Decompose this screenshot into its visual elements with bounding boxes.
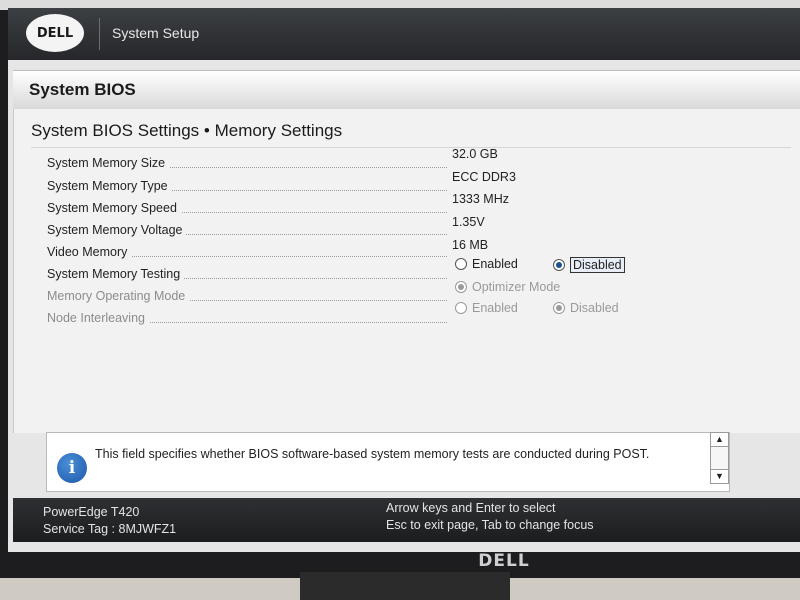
help-panel: i This field specifies whether BIOS soft… bbox=[46, 432, 730, 492]
field-label: System Memory Size bbox=[47, 156, 170, 170]
field-row-node-interleaving: Node Interleaving bbox=[47, 311, 447, 331]
title-divider bbox=[31, 147, 791, 148]
scroll-up-arrow-icon[interactable]: ▲ bbox=[711, 433, 728, 447]
help-text: This field specifies whether BIOS softwa… bbox=[95, 447, 650, 461]
option-label: Disabled bbox=[570, 301, 619, 315]
field-row-video-memory: Video Memory bbox=[47, 245, 447, 265]
bios-screen: DELL System Setup System BIOS System BIO… bbox=[8, 8, 800, 552]
monitor-stand bbox=[300, 572, 510, 600]
node-interleaving-disabled-option: Disabled bbox=[553, 301, 619, 315]
radio-button-selected bbox=[553, 302, 565, 314]
field-label: Memory Operating Mode bbox=[47, 289, 190, 303]
footer-bar: PowerEdge T420 Service Tag : 8MJWFZ1 Arr… bbox=[13, 498, 800, 542]
dell-logo-text: DELL bbox=[36, 25, 74, 41]
field-row-memory-type: System Memory Type bbox=[47, 179, 447, 199]
field-label: System Memory Speed bbox=[47, 201, 181, 215]
model-name: PowerEdge T420 bbox=[43, 505, 140, 519]
dell-logo: DELL bbox=[26, 14, 84, 52]
radio-button-selected[interactable] bbox=[553, 259, 565, 271]
radio-button-selected bbox=[455, 281, 467, 293]
field-row-memory-testing: System Memory Testing bbox=[47, 267, 447, 287]
radio-button bbox=[455, 302, 467, 314]
keyboard-hints: Arrow keys and Enter to select Esc to ex… bbox=[386, 500, 594, 534]
service-tag: Service Tag : 8MJWFZ1 bbox=[43, 522, 177, 536]
section-title: System BIOS bbox=[29, 80, 136, 99]
field-value-video-memory: 16 MB bbox=[452, 238, 489, 252]
field-label: System Memory Voltage bbox=[47, 223, 187, 237]
monitor-brand-logo: DELL bbox=[478, 551, 530, 571]
field-row-memory-operating-mode: Memory Operating Mode bbox=[47, 289, 447, 309]
section-header: System BIOS bbox=[13, 70, 800, 110]
field-value-memory-speed: 1333 MHz bbox=[452, 192, 509, 206]
field-value-memory-voltage: 1.35V bbox=[452, 215, 485, 229]
memory-testing-disabled-option[interactable]: Disabled bbox=[553, 257, 625, 273]
field-label: System Memory Testing bbox=[47, 267, 185, 281]
field-label: System Memory Type bbox=[47, 179, 172, 193]
field-label: Node Interleaving bbox=[47, 311, 149, 325]
radio-button[interactable] bbox=[455, 258, 467, 270]
field-row-memory-speed: System Memory Speed bbox=[47, 201, 447, 221]
field-value-memory-size: 32.0 GB bbox=[452, 147, 498, 161]
node-interleaving-enabled-option: Enabled bbox=[455, 301, 518, 315]
header-divider bbox=[99, 18, 100, 50]
field-row-memory-voltage: System Memory Voltage bbox=[47, 223, 447, 243]
option-label: Optimizer Mode bbox=[472, 280, 561, 294]
page-title: System BIOS Settings • Memory Settings bbox=[31, 121, 343, 140]
optimizer-mode-option: Optimizer Mode bbox=[455, 280, 560, 294]
field-row-memory-size: System Memory Size bbox=[47, 156, 447, 176]
info-icon: i bbox=[57, 453, 87, 483]
hint-line-1: Arrow keys and Enter to select bbox=[386, 501, 556, 515]
app-title: System Setup bbox=[112, 25, 200, 41]
hint-line-2: Esc to exit page, Tab to change focus bbox=[386, 518, 594, 532]
field-label: Video Memory bbox=[47, 245, 132, 259]
field-value-memory-type: ECC DDR3 bbox=[452, 170, 516, 184]
option-label: Enabled bbox=[472, 301, 518, 315]
top-bar: DELL System Setup bbox=[8, 8, 800, 60]
settings-panel: System BIOS Settings • Memory Settings S… bbox=[13, 109, 800, 433]
help-scrollbar[interactable]: ▲ ▼ bbox=[710, 432, 729, 484]
memory-testing-enabled-option[interactable]: Enabled bbox=[455, 257, 518, 271]
system-info: PowerEdge T420 Service Tag : 8MJWFZ1 bbox=[43, 504, 176, 538]
scroll-down-arrow-icon[interactable]: ▼ bbox=[711, 469, 728, 483]
option-label-focused: Disabled bbox=[570, 257, 625, 273]
option-label: Enabled bbox=[472, 257, 518, 271]
